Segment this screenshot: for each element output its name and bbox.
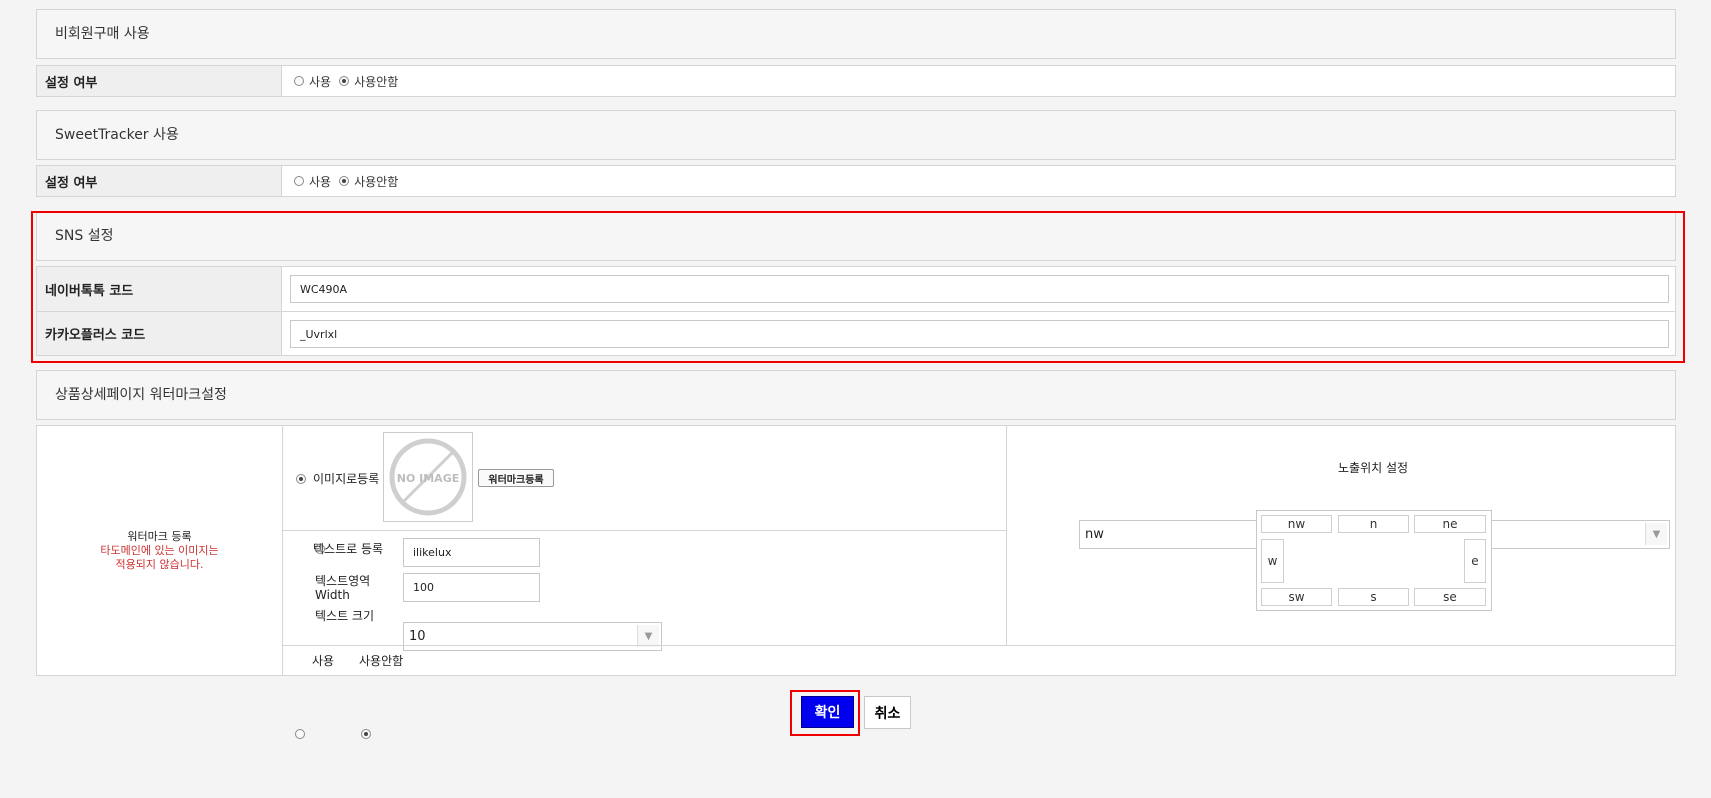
text-width-label-line2: Width: [315, 588, 350, 602]
sns-highlight-box: [31, 211, 1685, 363]
position-e[interactable]: e: [1464, 539, 1486, 583]
watermark-image-radio[interactable]: [296, 474, 306, 484]
sweettracker-not-use-label: 사용안함: [354, 174, 399, 189]
text-size-label: 텍스트 크기: [315, 609, 375, 623]
chevron-down-icon: ▼: [1645, 523, 1667, 545]
guest-purchase-use-radio[interactable]: [294, 76, 304, 86]
watermark-text-label: 텍스트로 등록: [313, 542, 384, 556]
guest-purchase-not-use-radio[interactable]: [339, 76, 350, 86]
sweettracker-not-use-radio[interactable]: [339, 176, 350, 186]
image-text-divider: [283, 530, 1006, 531]
position-s[interactable]: s: [1338, 588, 1409, 606]
chevron-down-icon: ▼: [637, 625, 659, 647]
watermark-register-button[interactable]: 워터마크등록: [478, 469, 554, 487]
watermark-table: 워터마크 등록 타도메인에 있는 이미지는 적용되지 않습니다. 이미지로등록 …: [36, 425, 1676, 739]
position-w[interactable]: w: [1261, 539, 1284, 583]
guest-purchase-use-label: 사용: [309, 74, 332, 89]
guest-purchase-not-use-label: 사용안함: [354, 74, 399, 89]
position-cell-divider: [1006, 426, 1007, 645]
no-image-text: NO IMAGE: [397, 472, 459, 485]
text-width-input[interactable]: 100: [403, 573, 540, 602]
no-image-icon: NO IMAGE: [389, 438, 467, 516]
position-sw[interactable]: sw: [1261, 588, 1332, 606]
watermark-image-preview: NO IMAGE: [383, 432, 473, 522]
confirm-highlight-box: [790, 690, 860, 736]
position-grid: nw n ne w e sw s se: [1256, 510, 1492, 611]
sweettracker-section-title: SweetTracker 사용: [36, 110, 1676, 160]
position-setting-label: 노출위치 설정: [1338, 461, 1409, 475]
watermark-use-radio[interactable]: [295, 729, 305, 739]
watermark-note-line1: 타도메인에 있는 이미지는: [100, 543, 219, 557]
watermark-register-label: 워터마크 등록: [127, 529, 192, 543]
sweettracker-setting-row: 설정 여부 사용 사용안함: [36, 165, 1676, 197]
text-width-label-line1: 텍스트영역: [315, 574, 371, 588]
watermark-not-use-label: 사용안함: [359, 654, 404, 668]
guest-purchase-section-title: 비회원구매 사용: [36, 9, 1676, 59]
position-n[interactable]: n: [1338, 515, 1409, 533]
sweettracker-use-label: 사용: [309, 174, 332, 189]
position-ne[interactable]: ne: [1414, 515, 1486, 533]
text-size-value: 10: [409, 629, 426, 644]
sweettracker-row-label: 설정 여부: [37, 166, 282, 196]
watermark-image-label: 이미지로등록: [313, 472, 380, 486]
cancel-button[interactable]: 취소: [864, 696, 911, 729]
position-select-value: nw: [1085, 527, 1104, 542]
guest-purchase-setting-row: 설정 여부 사용 사용안함: [36, 65, 1676, 97]
text-size-select[interactable]: 10 ▼: [403, 622, 662, 651]
watermark-use-label: 사용: [312, 654, 335, 668]
watermark-not-use-radio[interactable]: [361, 729, 372, 739]
sweettracker-use-radio[interactable]: [294, 176, 304, 186]
watermark-text-input[interactable]: ilikelux: [403, 538, 540, 567]
watermark-note-line2: 적용되지 않습니다.: [115, 557, 204, 571]
watermark-label-cell: 워터마크 등록 타도메인에 있는 이미지는 적용되지 않습니다.: [37, 426, 283, 675]
position-nw[interactable]: nw: [1261, 515, 1332, 533]
watermark-use-divider: [283, 645, 1675, 646]
guest-purchase-row-label: 설정 여부: [37, 66, 282, 96]
position-se[interactable]: se: [1414, 588, 1486, 606]
watermark-section-title: 상품상세페이지 워터마크설정: [36, 370, 1676, 420]
